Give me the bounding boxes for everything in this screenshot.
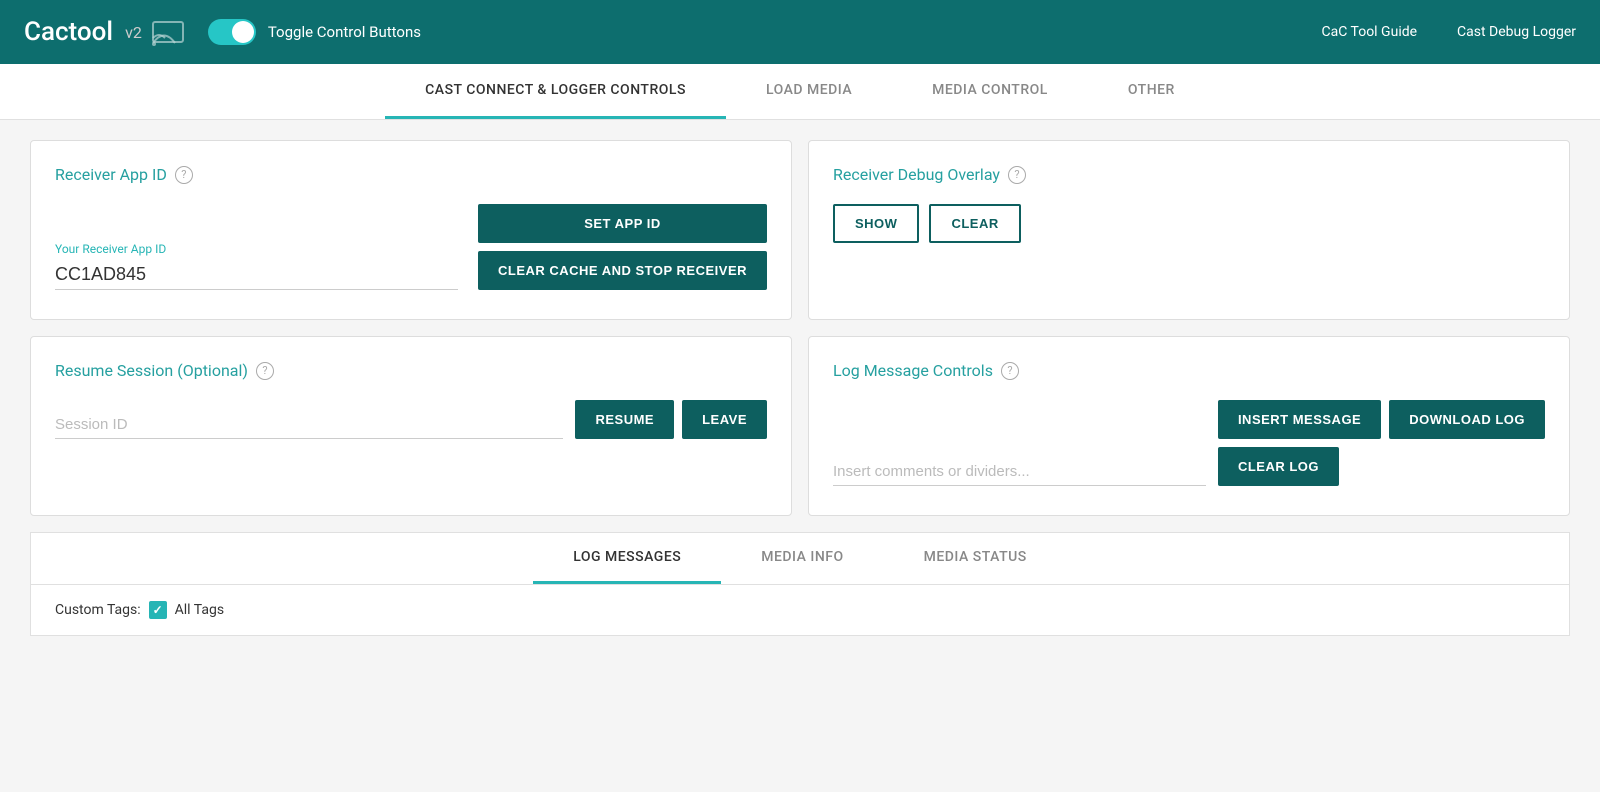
panels-grid: Receiver App ID ? Your Receiver App ID S… [30, 140, 1570, 516]
log-comment-field[interactable] [833, 459, 1206, 486]
log-message-controls-title-text: Log Message Controls [833, 361, 993, 380]
clear-log-button[interactable]: CLEAR LOG [1218, 447, 1339, 486]
header-nav: CaC Tool Guide Cast Debug Logger [1322, 24, 1577, 40]
resume-session-title: Resume Session (Optional) ? [55, 361, 767, 380]
toggle-label: Toggle Control Buttons [268, 23, 421, 41]
log-message-controls-panel: Log Message Controls ? INSERT MESSAGE DO… [808, 336, 1570, 516]
cac-tool-guide-link[interactable]: CaC Tool Guide [1322, 24, 1418, 40]
log-controls-content: INSERT MESSAGE DOWNLOAD LOG CLEAR LOG [833, 400, 1545, 486]
receiver-debug-help-icon[interactable]: ? [1008, 166, 1026, 184]
session-id-field[interactable] [55, 409, 563, 439]
receiver-app-id-title-text: Receiver App ID [55, 165, 167, 184]
log-tab-media-status[interactable]: MEDIA STATUS [884, 533, 1067, 584]
log-controls-buttons: INSERT MESSAGE DOWNLOAD LOG CLEAR LOG [1218, 400, 1545, 486]
tab-cast-connect[interactable]: CAST CONNECT & LOGGER CONTROLS [385, 64, 726, 119]
log-tabs-bar: LOG MESSAGES MEDIA INFO MEDIA STATUS [31, 533, 1569, 585]
tab-media-control[interactable]: MEDIA CONTROL [892, 64, 1088, 119]
resume-session-help-icon[interactable]: ? [256, 362, 274, 380]
session-id-input-area [55, 409, 563, 439]
log-tab-log-messages[interactable]: LOG MESSAGES [533, 533, 721, 584]
logo-version: v2 [125, 23, 142, 42]
tab-other[interactable]: OTHER [1088, 64, 1215, 119]
log-content: Custom Tags: All Tags [31, 585, 1569, 635]
app-header: Cactool v2 Toggle Control Buttons CaC To… [0, 0, 1600, 64]
receiver-debug-buttons: SHOW CLEAR [833, 204, 1545, 243]
log-message-controls-help-icon[interactable]: ? [1001, 362, 1019, 380]
receiver-app-id-help-icon[interactable]: ? [175, 166, 193, 184]
show-debug-overlay-button[interactable]: SHOW [833, 204, 919, 243]
logo-text: Cactool [24, 17, 113, 47]
cast-debug-logger-link[interactable]: Cast Debug Logger [1457, 24, 1576, 40]
receiver-debug-overlay-title-text: Receiver Debug Overlay [833, 165, 1000, 184]
cast-icon [152, 18, 188, 46]
set-app-id-button[interactable]: SET APP ID [478, 204, 767, 243]
toggle-area: Toggle Control Buttons [208, 19, 421, 45]
tab-load-media[interactable]: LOAD MEDIA [726, 64, 892, 119]
toggle-control-buttons-switch[interactable] [208, 19, 256, 45]
log-section: LOG MESSAGES MEDIA INFO MEDIA STATUS Cus… [30, 532, 1570, 636]
custom-tags-label: Custom Tags: [55, 602, 141, 618]
resume-session-buttons: RESUME LEAVE [575, 400, 767, 439]
receiver-app-id-panel: Receiver App ID ? Your Receiver App ID S… [30, 140, 792, 320]
resume-session-content: RESUME LEAVE [55, 400, 767, 439]
main-tabs-bar: CAST CONNECT & LOGGER CONTROLS LOAD MEDI… [0, 64, 1600, 120]
log-message-controls-title: Log Message Controls ? [833, 361, 1545, 380]
all-tags-label: All Tags [175, 602, 224, 618]
receiver-app-id-input-label: Your Receiver App ID [55, 242, 458, 256]
all-tags-checkbox[interactable] [149, 601, 167, 619]
logo-area: Cactool v2 [24, 17, 188, 47]
receiver-app-id-input-area: Your Receiver App ID [55, 242, 458, 290]
resume-session-panel: Resume Session (Optional) ? RESUME LEAVE [30, 336, 792, 516]
resume-button[interactable]: RESUME [575, 400, 674, 439]
clear-cache-stop-receiver-button[interactable]: CLEAR CACHE AND STOP RECEIVER [478, 251, 767, 290]
receiver-debug-overlay-title: Receiver Debug Overlay ? [833, 165, 1545, 184]
download-log-button[interactable]: DOWNLOAD LOG [1389, 400, 1545, 439]
insert-message-button[interactable]: INSERT MESSAGE [1218, 400, 1381, 439]
receiver-debug-overlay-panel: Receiver Debug Overlay ? SHOW CLEAR [808, 140, 1570, 320]
receiver-app-id-buttons: SET APP ID CLEAR CACHE AND STOP RECEIVER [478, 204, 767, 290]
main-content: Receiver App ID ? Your Receiver App ID S… [0, 120, 1600, 656]
receiver-app-id-content: Your Receiver App ID SET APP ID CLEAR CA… [55, 204, 767, 290]
receiver-app-id-title: Receiver App ID ? [55, 165, 767, 184]
receiver-app-id-field[interactable] [55, 260, 458, 290]
leave-button[interactable]: LEAVE [682, 400, 767, 439]
log-tab-media-info[interactable]: MEDIA INFO [721, 533, 883, 584]
clear-debug-overlay-button[interactable]: CLEAR [929, 204, 1020, 243]
resume-session-title-text: Resume Session (Optional) [55, 361, 248, 380]
custom-tags-row: Custom Tags: All Tags [55, 601, 1545, 619]
log-controls-top-row: INSERT MESSAGE DOWNLOAD LOG [1218, 400, 1545, 439]
